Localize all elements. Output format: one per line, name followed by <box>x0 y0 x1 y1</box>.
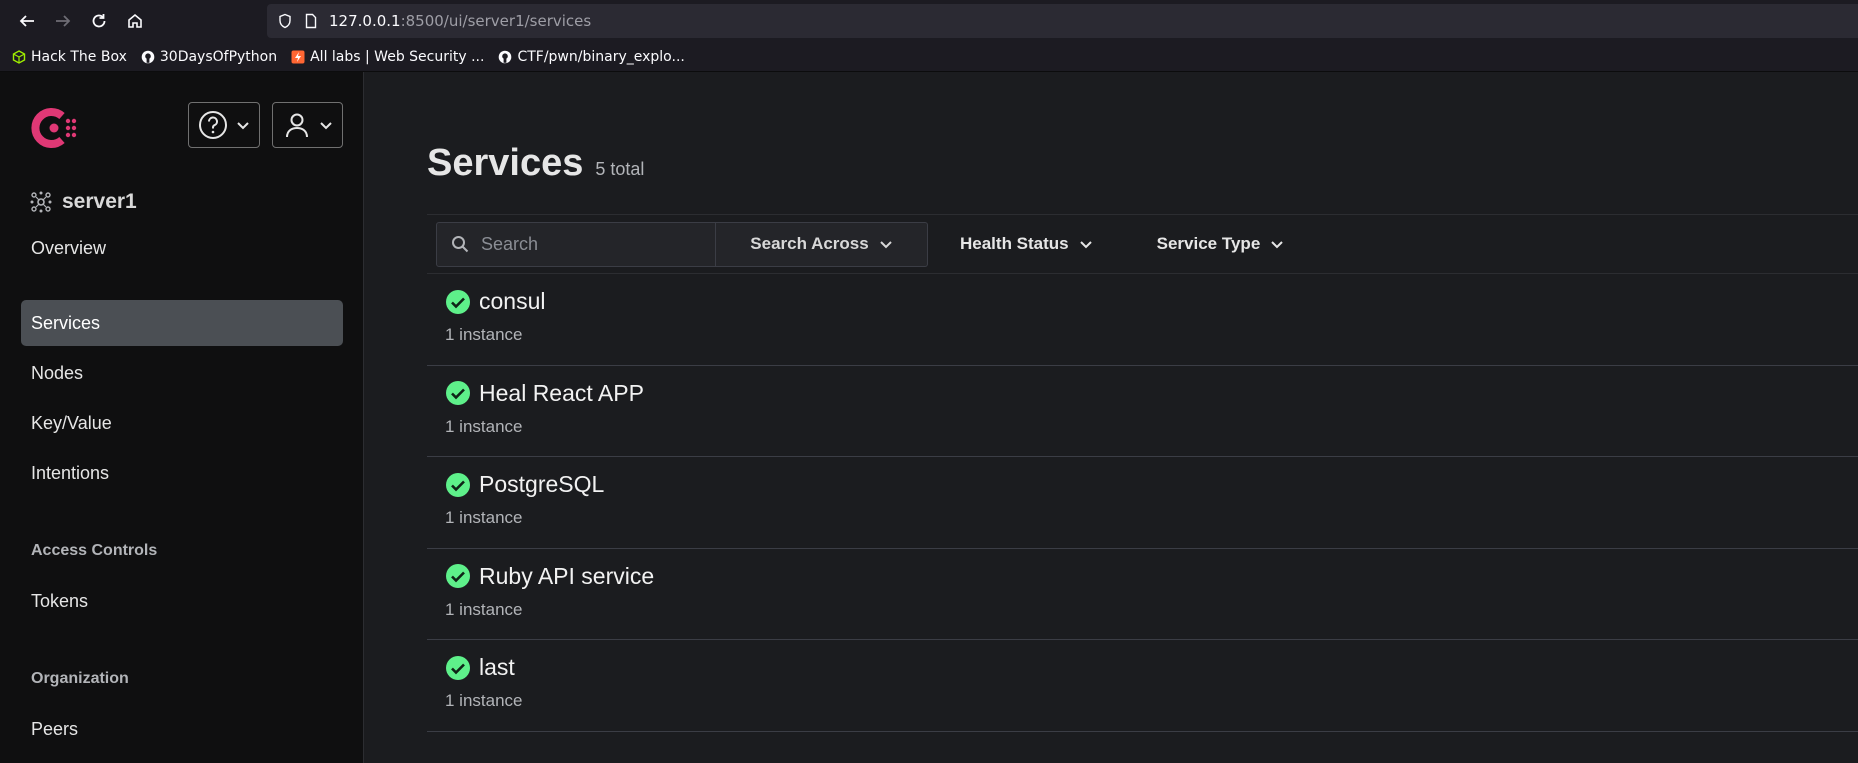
health-status-filter[interactable]: Health Status <box>960 222 1093 267</box>
home-button[interactable] <box>120 6 150 36</box>
check-circle-icon <box>446 564 470 588</box>
github-icon <box>141 50 155 63</box>
url-path: :8500/ui/server1/services <box>400 12 592 30</box>
service-type-label: Service Type <box>1156 234 1261 253</box>
reload-icon <box>92 14 106 28</box>
bookmark-label: All labs | Web Security ... <box>310 48 485 65</box>
filter-bar: Search Across Health Status Service Type <box>427 214 1858 274</box>
bookmark-30daysofpython[interactable]: 30DaysOfPython <box>141 49 277 65</box>
bookmark-hack-the-box[interactable]: Hack The Box <box>12 49 127 65</box>
sidebar-item-nodes[interactable]: Nodes <box>21 350 343 396</box>
sidebar-item-peers[interactable]: Peers <box>21 706 343 752</box>
instance-count: 1 instance <box>445 508 523 527</box>
list-item[interactable]: consul 1 instance <box>427 274 1858 366</box>
check-circle-icon <box>446 655 470 680</box>
help-menu-button[interactable] <box>188 102 260 148</box>
github-icon <box>499 50 512 63</box>
instance-count: 1 instance <box>445 325 523 344</box>
help-icon <box>199 111 227 139</box>
datacenter-name: server1 <box>62 190 137 213</box>
url-bar[interactable]: 127.0.0.1:8500/ui/server1/services <box>267 4 1858 38</box>
service-name[interactable]: consul <box>479 288 545 315</box>
list-item[interactable]: Heal React APP 1 instance <box>427 366 1858 457</box>
bookmark-label: 30DaysOfPython <box>159 48 278 65</box>
sidebar-item-label: Nodes <box>31 362 84 383</box>
organization-heading: Organization <box>31 670 129 687</box>
forward-button[interactable] <box>48 6 78 36</box>
service-name[interactable]: PostgreSQL <box>479 471 604 498</box>
bookmarks-bar: Hack The Box 30DaysOfPython All labs | W… <box>0 42 1858 72</box>
sidebar-item-overview[interactable]: Overview <box>21 225 343 271</box>
search-across-label: Search Across <box>750 234 869 253</box>
check-circle-icon <box>446 289 470 314</box>
access-controls-heading: Access Controls <box>31 542 158 559</box>
sidebar-item-label: Tokens <box>31 590 89 611</box>
sidebar: server1 Overview Services Nodes Key/Valu… <box>0 72 364 763</box>
bookmark-ctf-pwn[interactable]: CTF/pwn/binary_explo... <box>498 48 685 65</box>
check-circle-icon <box>446 472 470 497</box>
check-circle-icon <box>446 381 470 405</box>
portswigger-icon <box>291 50 305 63</box>
url-host: 127.0.0.1 <box>329 12 401 30</box>
chevron-down-icon <box>237 122 249 130</box>
home-icon <box>128 13 142 28</box>
bookmark-web-security[interactable]: All labs | Web Security ... <box>291 49 484 65</box>
sidebar-item-label: Intentions <box>31 462 110 483</box>
bookmark-label: Hack The Box <box>31 48 127 65</box>
service-name[interactable]: Heal React APP <box>479 380 644 407</box>
sidebar-item-services[interactable]: Services <box>21 300 343 346</box>
instance-count: 1 instance <box>445 691 523 710</box>
datacenter-icon <box>30 191 52 213</box>
arrow-left-icon <box>19 15 34 27</box>
sidebar-item-label: Key/Value <box>31 412 112 433</box>
page-title: Services <box>427 142 584 184</box>
consul-logo-icon[interactable] <box>28 102 80 154</box>
search-icon <box>452 236 469 253</box>
sidebar-item-label: Peers <box>31 718 79 739</box>
reload-button[interactable] <box>84 6 114 36</box>
service-name[interactable]: last <box>479 654 515 681</box>
user-icon <box>285 113 308 138</box>
sidebar-item-tokens[interactable]: Tokens <box>21 578 343 624</box>
main-content: Services 5 total Search Across Health St… <box>364 72 1858 763</box>
list-item[interactable]: last 1 instance <box>427 640 1858 732</box>
arrow-right-icon <box>56 15 71 27</box>
chevron-down-icon <box>1079 241 1092 249</box>
search-field[interactable] <box>436 221 716 267</box>
shield-icon <box>279 13 291 29</box>
list-item[interactable]: Ruby API service 1 instance <box>427 549 1858 640</box>
bookmark-label: CTF/pwn/binary_explo... <box>517 48 685 65</box>
service-count: 5 total <box>595 159 645 179</box>
user-menu-button[interactable] <box>272 102 343 148</box>
sidebar-item-label: Services <box>31 312 101 333</box>
search-input[interactable] <box>481 233 681 255</box>
sidebar-item-label: Overview <box>31 237 107 258</box>
list-item[interactable]: PostgreSQL 1 instance <box>427 457 1858 549</box>
chevron-down-icon <box>319 122 332 130</box>
health-status-label: Health Status <box>960 234 1069 253</box>
sidebar-item-key-value[interactable]: Key/Value <box>21 400 343 446</box>
sidebar-item-intentions[interactable]: Intentions <box>21 450 343 496</box>
instance-count: 1 instance <box>445 416 523 436</box>
consul-app: server1 Overview Services Nodes Key/Valu… <box>0 72 1858 763</box>
chevron-down-icon <box>880 241 892 249</box>
service-name[interactable]: Ruby API service <box>479 563 654 590</box>
chevron-down-icon <box>1271 241 1283 249</box>
service-type-filter[interactable]: Service Type <box>1157 222 1285 267</box>
page-icon <box>305 13 317 29</box>
search-across-dropdown[interactable]: Search Across <box>716 221 928 267</box>
back-button[interactable] <box>12 6 42 36</box>
instance-count: 1 instance <box>445 599 523 619</box>
service-list: consul 1 instance Heal React APP 1 insta… <box>427 274 1858 732</box>
page-header: Services 5 total <box>427 142 644 185</box>
browser-toolbar: 127.0.0.1:8500/ui/server1/services <box>0 0 1858 42</box>
datacenter-selector[interactable]: server1 <box>30 190 137 214</box>
cube-icon <box>12 49 26 64</box>
